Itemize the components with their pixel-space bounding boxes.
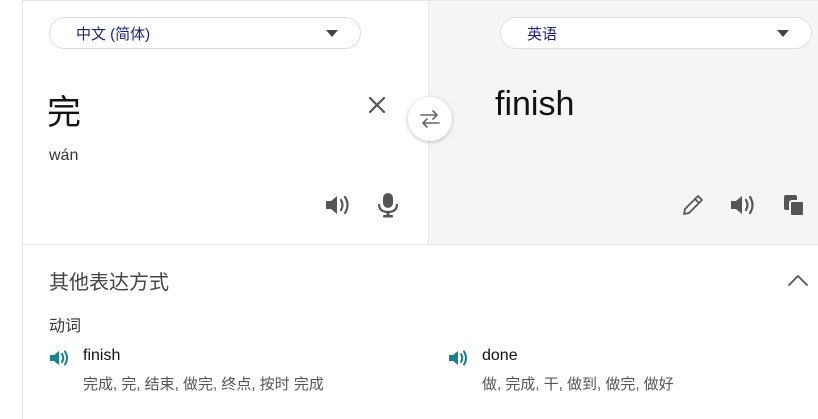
more-translations-title: 其他表达方式 — [49, 272, 169, 294]
swap-languages-button[interactable] — [408, 97, 452, 141]
source-text[interactable]: 完 — [47, 85, 81, 134]
translation-text: finish — [495, 85, 575, 123]
microphone-icon — [377, 193, 399, 218]
voice-input-button[interactable] — [373, 190, 403, 220]
collapse-button[interactable] — [783, 265, 813, 295]
listen-translation-button[interactable] — [728, 190, 758, 220]
more-translations-section: 其他表达方式 动词 finish 完成, 完, 结束, 做完, 终点, 按时 完… — [23, 245, 818, 419]
listen-source-button[interactable] — [323, 190, 353, 220]
copy-icon — [784, 195, 805, 217]
target-language-label: 英语 — [527, 25, 558, 43]
close-icon — [368, 96, 386, 114]
target-language-select[interactable]: 英语 — [500, 17, 812, 49]
back-translations: 完成, 完, 结束, 做完, 终点, 按时 完成 — [83, 376, 324, 393]
alternative-word[interactable]: finish — [83, 347, 120, 365]
speaker-icon — [326, 195, 349, 215]
translator-card: 中文 (简体) 完 wán 英语 finish 其他表达方式 动词 finish… — [22, 0, 818, 419]
source-romanization: wán — [49, 147, 79, 164]
chevron-down-icon — [326, 29, 338, 37]
clear-button[interactable] — [365, 93, 389, 117]
source-panel: 中文 (简体) 完 wán — [23, 1, 428, 244]
copy-translation-button[interactable] — [779, 190, 809, 220]
edit-translation-button[interactable] — [678, 190, 708, 220]
part-of-speech-label: 动词 — [49, 318, 82, 335]
source-language-select[interactable]: 中文 (简体) — [49, 17, 361, 49]
chevron-down-icon — [777, 29, 789, 37]
pencil-icon — [683, 195, 703, 215]
target-panel: 英语 finish — [428, 1, 818, 244]
alternative-word[interactable]: done — [482, 347, 518, 365]
chevron-up-icon — [788, 275, 808, 286]
source-language-label: 中文 (简体) — [76, 25, 151, 43]
speaker-icon[interactable] — [49, 348, 71, 368]
swap-arrows-icon — [420, 110, 440, 128]
speaker-icon — [731, 195, 754, 215]
back-translations: 做, 完成, 干, 做到, 做完, 做好 — [482, 376, 674, 393]
speaker-icon[interactable] — [448, 348, 470, 368]
